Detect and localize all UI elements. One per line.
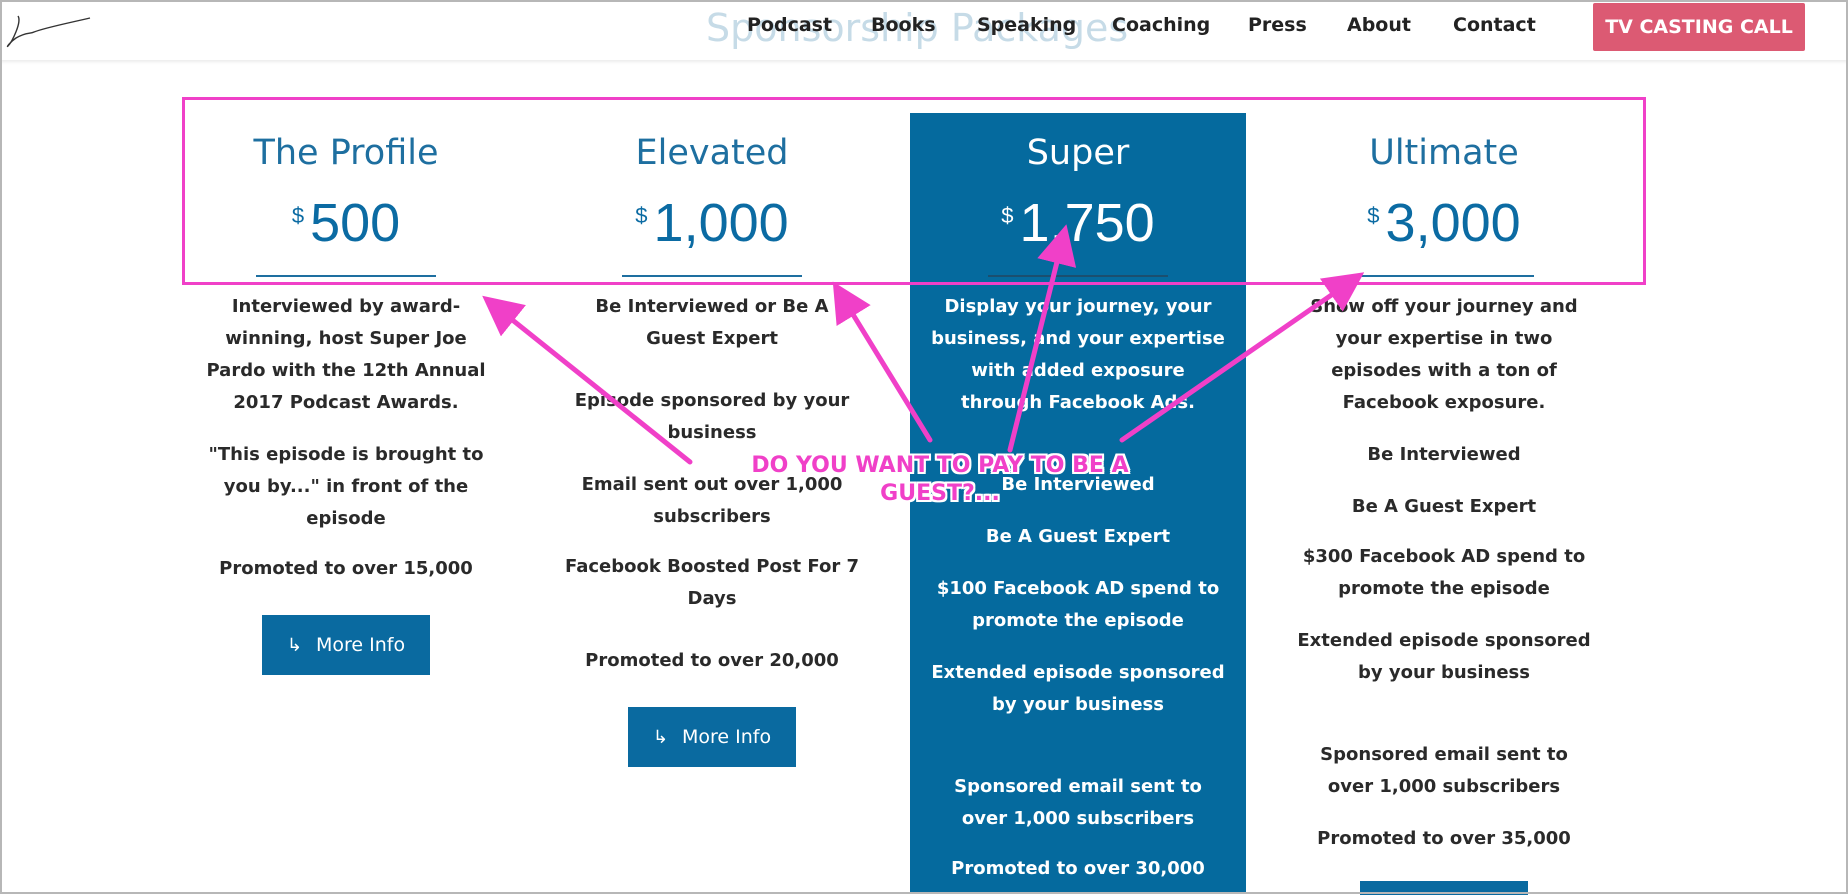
nav-books[interactable]: Books bbox=[871, 14, 936, 36]
annotation-text: DO YOU WANT TO PAY TO BE A GUEST?... bbox=[700, 452, 1180, 508]
feature-text: Be Interviewed bbox=[1367, 444, 1521, 465]
feature-text: Be A Guest Expert bbox=[1351, 496, 1537, 517]
annotation-line: GUEST?... bbox=[880, 481, 1000, 506]
feature-text: Interviewed by award-winning, host Super… bbox=[206, 296, 486, 413]
feature-text: Display your journey, your business, and… bbox=[931, 296, 1225, 413]
tv-casting-call-button[interactable]: TV CASTING CALL bbox=[1593, 3, 1805, 51]
feature-text: "This episode is brought to you by..." i… bbox=[208, 444, 484, 529]
more-info-button[interactable]: ↳ More Info bbox=[628, 707, 796, 767]
feature-text: Promoted to over 15,000 bbox=[219, 558, 473, 579]
button-label: More Info bbox=[315, 634, 406, 656]
feature-text: $100 Facebook AD spend to promote the ep… bbox=[936, 578, 1220, 631]
return-arrow-icon: ↳ bbox=[652, 726, 668, 748]
return-arrow-icon: ↳ bbox=[286, 634, 302, 656]
feature-text: Extended episode sponsored by your busin… bbox=[931, 662, 1225, 715]
nav-podcast[interactable]: Podcast bbox=[747, 14, 832, 36]
nav-coaching[interactable]: Coaching bbox=[1112, 14, 1210, 36]
more-info-button[interactable]: ↳ More Info bbox=[262, 615, 430, 675]
nav-contact[interactable]: Contact bbox=[1453, 14, 1536, 36]
feature-text: Promoted to over 20,000 bbox=[585, 650, 839, 671]
signature-logo[interactable] bbox=[4, 12, 92, 52]
feature-text: Promoted to over 30,000 bbox=[951, 858, 1205, 879]
more-info-button-partial[interactable] bbox=[1360, 881, 1528, 895]
feature-text: Show off your journey and your expertise… bbox=[1310, 296, 1578, 413]
button-label: More Info bbox=[681, 726, 772, 748]
site-header: Sponsorship Packages Podcast Books Speak… bbox=[0, 0, 1848, 60]
annotation-line: DO YOU WANT TO PAY TO BE A bbox=[751, 453, 1129, 478]
annotation-highlight-box bbox=[182, 97, 1646, 285]
feature-text: Be Interviewed or Be A Guest Expert bbox=[595, 296, 829, 349]
nav-speaking[interactable]: Speaking bbox=[977, 14, 1076, 36]
feature-text: Extended episode sponsored by your busin… bbox=[1297, 630, 1591, 683]
feature-text: Be A Guest Expert bbox=[985, 526, 1171, 547]
nav-about[interactable]: About bbox=[1347, 14, 1411, 36]
feature-text: $300 Facebook AD spend to promote the ep… bbox=[1302, 546, 1586, 599]
nav-press[interactable]: Press bbox=[1248, 14, 1307, 36]
feature-text: Facebook Boosted Post For 7 Days bbox=[565, 556, 859, 609]
feature-text: Episode sponsored by your business bbox=[574, 390, 850, 443]
feature-text: Sponsored email sent to over 1,000 subsc… bbox=[1320, 744, 1568, 797]
feature-text: Sponsored email sent to over 1,000 subsc… bbox=[954, 776, 1202, 829]
feature-text: Promoted to over 35,000 bbox=[1317, 828, 1571, 849]
